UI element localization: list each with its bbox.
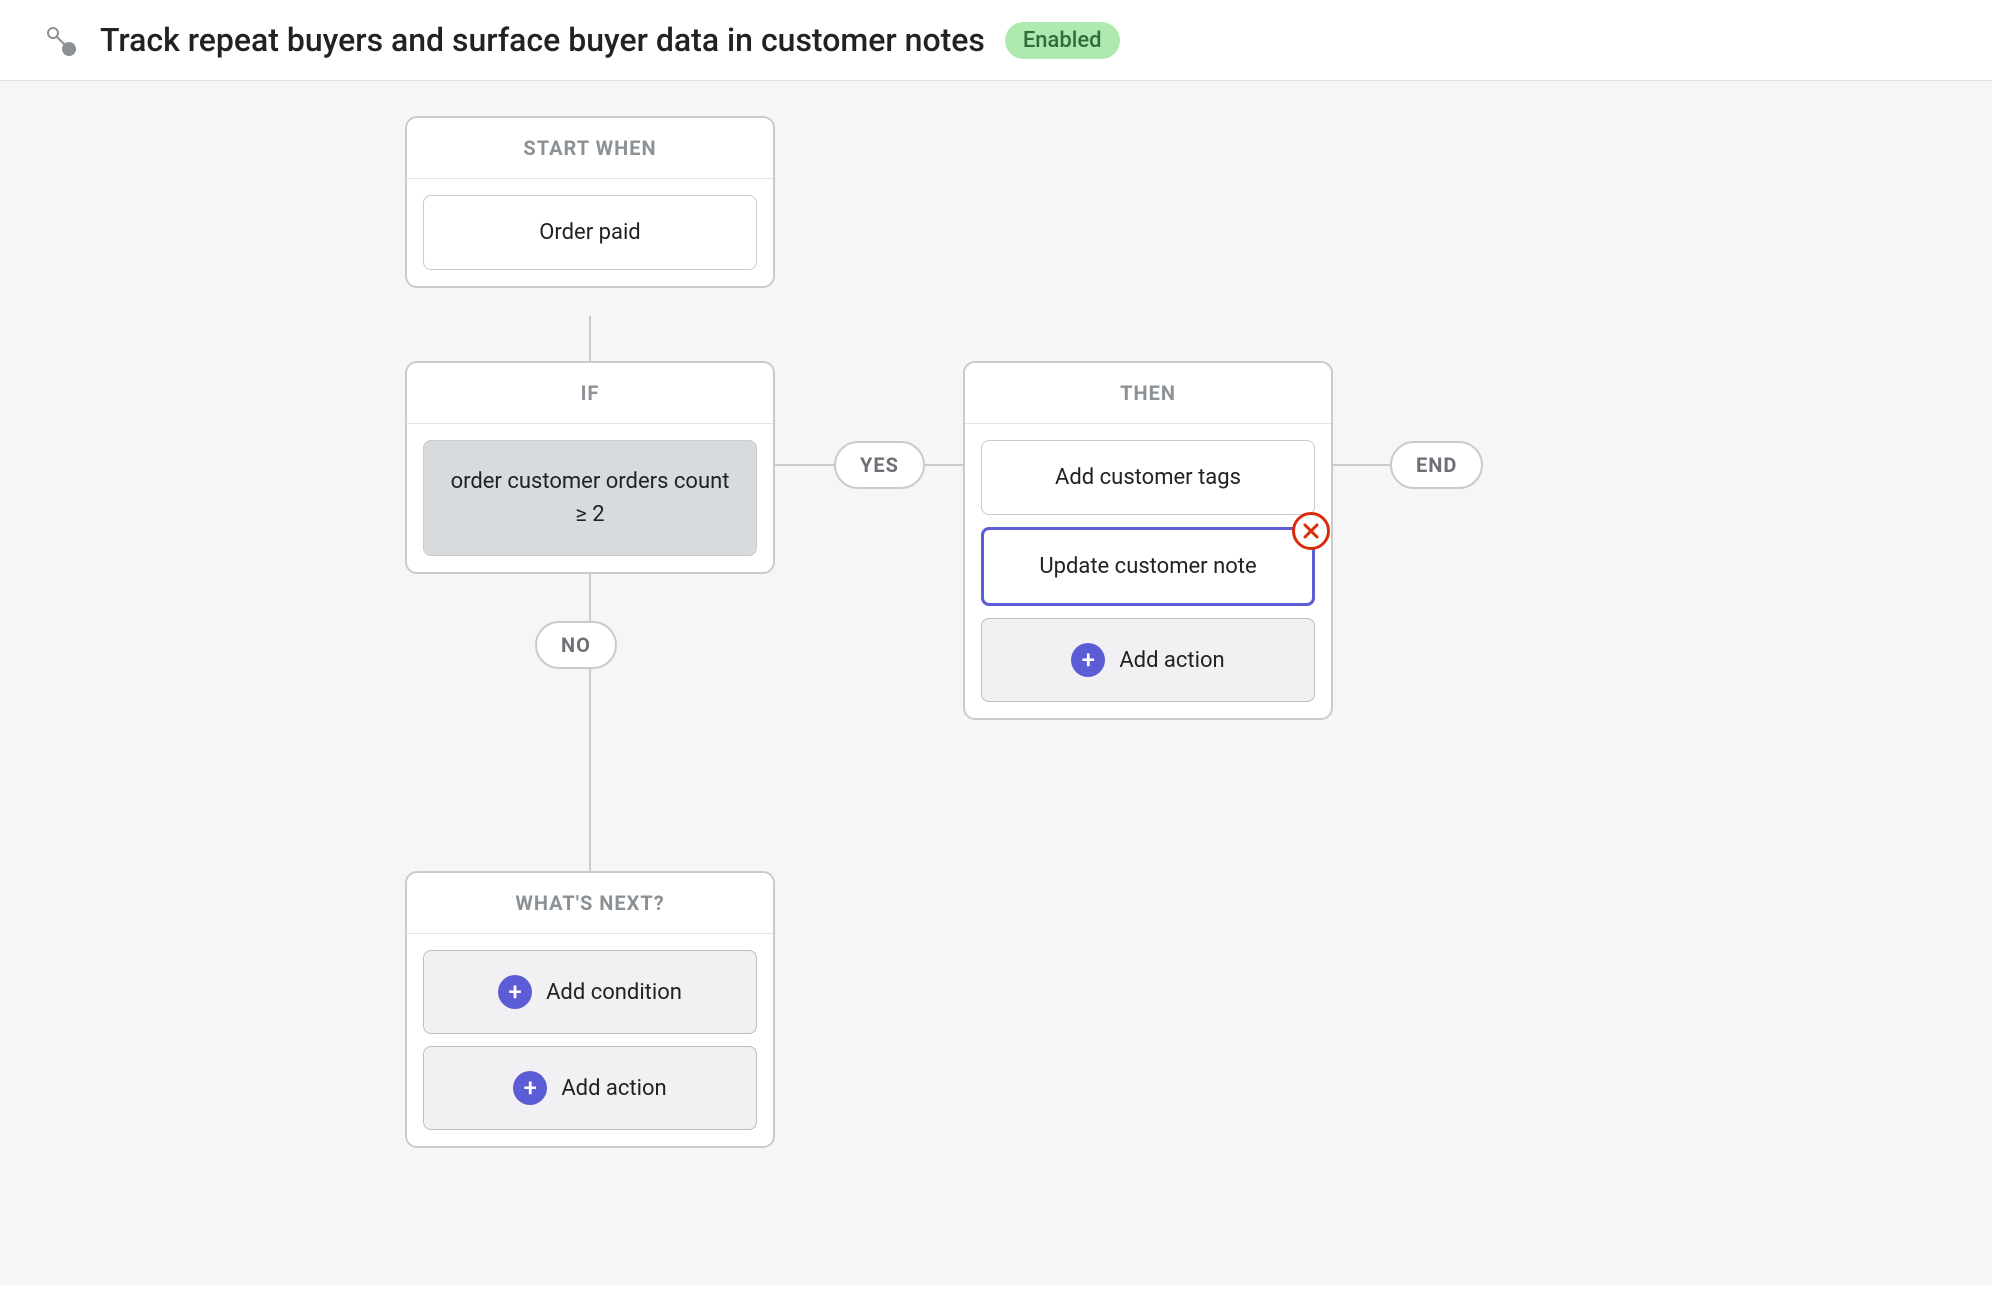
add-action-button[interactable]: + Add action	[981, 618, 1315, 702]
action-add-customer-tags[interactable]: Add customer tags	[981, 440, 1315, 515]
flow-icon	[40, 20, 80, 60]
add-action-button[interactable]: + Add action	[423, 1046, 757, 1130]
flow-canvas: START WHEN Order paid IF order customer …	[0, 81, 1992, 1285]
action-update-customer-note[interactable]: Update customer note	[981, 527, 1315, 606]
whats-next-card[interactable]: WHAT'S NEXT? + Add condition + Add actio…	[405, 871, 775, 1148]
whats-next-header: WHAT'S NEXT?	[407, 873, 773, 934]
page-title: Track repeat buyers and surface buyer da…	[100, 21, 985, 59]
yes-pill: YES	[834, 441, 925, 489]
add-condition-button[interactable]: + Add condition	[423, 950, 757, 1034]
connector	[1333, 464, 1390, 466]
action-label: Update customer note	[1039, 554, 1256, 579]
end-pill: END	[1390, 441, 1483, 489]
no-pill: NO	[535, 621, 617, 669]
add-action-label: Add action	[561, 1076, 666, 1101]
start-header: START WHEN	[407, 118, 773, 179]
connector	[589, 316, 591, 361]
delete-action-button[interactable]	[1292, 512, 1330, 550]
trigger-box[interactable]: Order paid	[423, 195, 757, 270]
then-header: THEN	[965, 363, 1331, 424]
plus-icon: +	[498, 975, 532, 1009]
start-card[interactable]: START WHEN Order paid	[405, 116, 775, 288]
close-icon	[1301, 521, 1321, 541]
plus-icon: +	[513, 1071, 547, 1105]
page-header: Track repeat buyers and surface buyer da…	[0, 0, 1992, 81]
add-condition-label: Add condition	[546, 980, 682, 1005]
if-card[interactable]: IF order customer orders count ≥ 2	[405, 361, 775, 574]
plus-icon: +	[1071, 643, 1105, 677]
status-badge: Enabled	[1005, 22, 1120, 59]
if-header: IF	[407, 363, 773, 424]
connector	[589, 550, 591, 871]
condition-box[interactable]: order customer orders count ≥ 2	[423, 440, 757, 556]
add-action-label: Add action	[1119, 648, 1224, 673]
then-card[interactable]: THEN Add customer tags Update customer n…	[963, 361, 1333, 720]
